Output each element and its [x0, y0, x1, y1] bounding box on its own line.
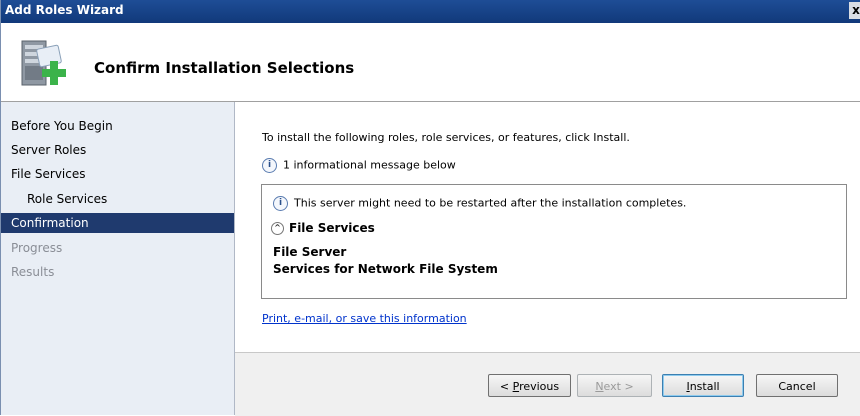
restart-message: i This server might need to be restarted …: [273, 196, 686, 211]
print-save-link[interactable]: Print, e-mail, or save this information: [262, 312, 467, 325]
nav-item-server-roles[interactable]: Server Roles: [11, 143, 86, 157]
nav-item-before-you-begin[interactable]: Before You Begin: [11, 119, 113, 133]
info-count-text: 1 informational message below: [283, 158, 456, 172]
add-roles-wizard-window: Add Roles Wizard x Confirm Installation …: [0, 0, 860, 416]
nav-item-file-services[interactable]: File Services: [11, 167, 86, 181]
info-icon: i: [273, 196, 288, 211]
restart-message-text: This server might need to be restarted a…: [294, 196, 687, 210]
nav-item-role-services[interactable]: Role Services: [27, 192, 107, 206]
cancel-button[interactable]: Cancel: [756, 374, 838, 397]
wizard-footer: < Previous Next > Install Cancel: [235, 352, 860, 416]
nav-item-results: Results: [11, 265, 55, 279]
section-title: File Services: [289, 221, 375, 235]
wizard-content: To install the following roles, role ser…: [235, 102, 860, 347]
file-services-section[interactable]: ^ File Services: [271, 221, 375, 235]
page-heading: Confirm Installation Selections: [94, 59, 355, 77]
close-icon[interactable]: x: [849, 2, 860, 19]
install-button[interactable]: Install: [662, 374, 744, 397]
role-item-nfs: Services for Network File System: [273, 262, 498, 276]
title-bar: Add Roles Wizard x: [1, 0, 860, 23]
nav-item-confirmation[interactable]: Confirmation: [1, 213, 234, 233]
collapse-icon[interactable]: ^: [271, 222, 284, 235]
previous-button[interactable]: < Previous: [488, 374, 571, 397]
info-icon: i: [262, 158, 277, 173]
confirmation-details: i This server might need to be restarted …: [261, 184, 847, 299]
server-add-icon: [21, 40, 66, 86]
wizard-nav: Before You Begin Server Roles File Servi…: [1, 102, 235, 415]
next-button: Next >: [577, 374, 652, 397]
info-count: i 1 informational message below: [262, 158, 456, 173]
intro-text: To install the following roles, role ser…: [262, 131, 630, 144]
role-item-file-server: File Server: [273, 245, 347, 259]
wizard-header: Confirm Installation Selections: [1, 23, 860, 102]
window-title: Add Roles Wizard: [5, 3, 124, 17]
nav-item-progress: Progress: [11, 241, 63, 255]
